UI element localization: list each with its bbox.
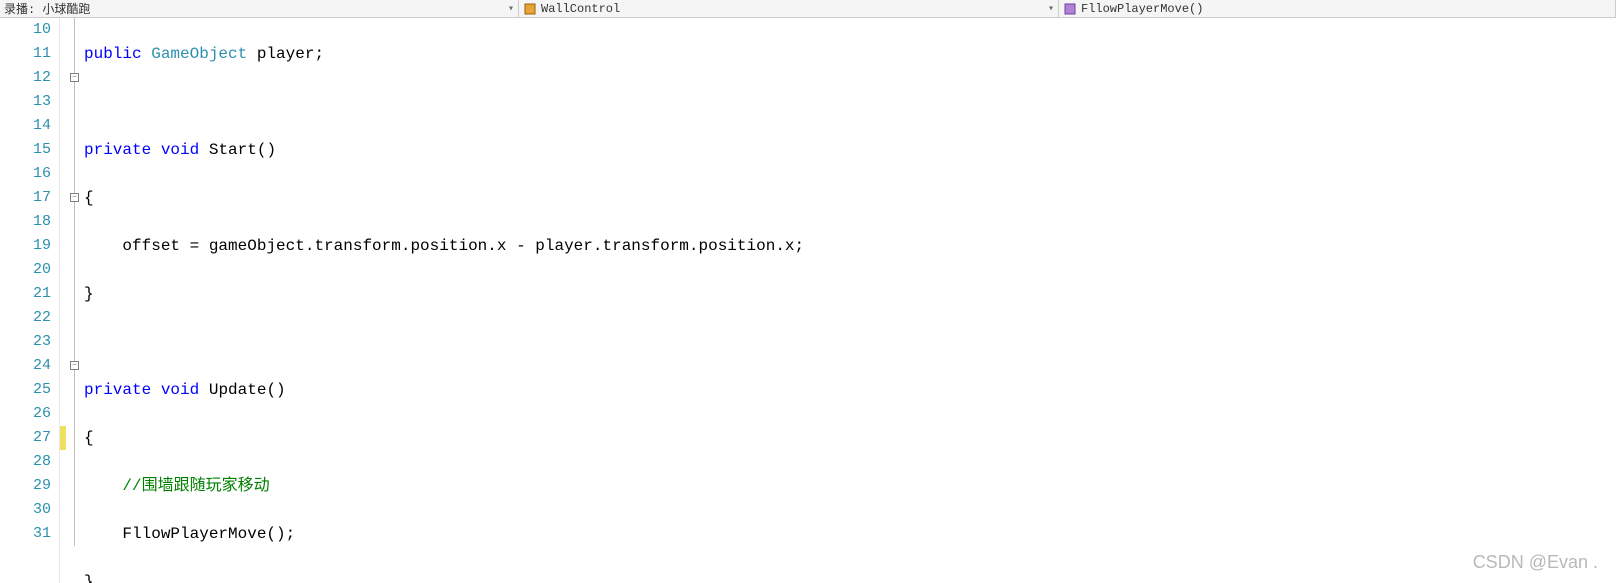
breadcrumb-toolbar: 录播: 小球酷跑 ▾ WallControl ▾ FllowPlayerMove… bbox=[0, 0, 1616, 18]
line-number: 23 bbox=[0, 330, 51, 354]
code-line[interactable]: public GameObject player; bbox=[84, 42, 1616, 66]
line-number: 14 bbox=[0, 114, 51, 138]
line-number: 20 bbox=[0, 258, 51, 282]
fold-toggle[interactable] bbox=[70, 73, 79, 82]
line-number: 21 bbox=[0, 282, 51, 306]
code-area[interactable]: public GameObject player; private void S… bbox=[82, 18, 1616, 583]
line-number: 22 bbox=[0, 306, 51, 330]
toolbar-project-label: 录播: 小球酷跑 bbox=[4, 0, 508, 17]
change-margin bbox=[60, 18, 68, 583]
line-number: 27 bbox=[0, 426, 51, 450]
line-number: 29 bbox=[0, 474, 51, 498]
line-number-gutter: 10 11 12 13 14 15 16 17 18 19 20 21 22 2… bbox=[0, 18, 60, 583]
line-number: 17 bbox=[0, 186, 51, 210]
line-number: 12 bbox=[0, 66, 51, 90]
toolbar-method-section[interactable]: FllowPlayerMove() bbox=[1059, 0, 1616, 17]
code-line[interactable]: FllowPlayerMove(); bbox=[84, 522, 1616, 546]
code-editor[interactable]: 10 11 12 13 14 15 16 17 18 19 20 21 22 2… bbox=[0, 18, 1616, 583]
line-number: 18 bbox=[0, 210, 51, 234]
method-icon bbox=[1063, 2, 1077, 16]
code-line[interactable] bbox=[84, 330, 1616, 354]
class-icon bbox=[523, 2, 537, 16]
code-line[interactable]: offset = gameObject.transform.position.x… bbox=[84, 234, 1616, 258]
fold-toggle[interactable] bbox=[70, 361, 79, 370]
line-number: 11 bbox=[0, 42, 51, 66]
line-number: 25 bbox=[0, 378, 51, 402]
fold-margin bbox=[68, 18, 82, 583]
line-number: 15 bbox=[0, 138, 51, 162]
modified-line-marker bbox=[60, 426, 66, 450]
chevron-down-icon[interactable]: ▾ bbox=[508, 3, 514, 15]
line-number: 13 bbox=[0, 90, 51, 114]
code-line[interactable]: { bbox=[84, 426, 1616, 450]
line-number: 16 bbox=[0, 162, 51, 186]
code-line[interactable]: //围墙跟随玩家移动 bbox=[84, 474, 1616, 498]
fold-toggle[interactable] bbox=[70, 193, 79, 202]
toolbar-project-section[interactable]: 录播: 小球酷跑 ▾ bbox=[0, 0, 519, 17]
line-number: 24 bbox=[0, 354, 51, 378]
code-line[interactable]: { bbox=[84, 186, 1616, 210]
chevron-down-icon[interactable]: ▾ bbox=[1048, 3, 1054, 15]
line-number: 19 bbox=[0, 234, 51, 258]
code-line[interactable]: private void Update() bbox=[84, 378, 1616, 402]
line-number: 30 bbox=[0, 498, 51, 522]
code-line[interactable]: } bbox=[84, 282, 1616, 306]
code-line[interactable] bbox=[84, 90, 1616, 114]
line-number: 31 bbox=[0, 522, 51, 546]
code-line[interactable]: } bbox=[84, 570, 1616, 583]
fold-guide bbox=[74, 18, 75, 546]
line-number: 10 bbox=[0, 18, 51, 42]
toolbar-class-section[interactable]: WallControl ▾ bbox=[519, 0, 1059, 17]
line-number: 28 bbox=[0, 450, 51, 474]
code-line[interactable]: private void Start() bbox=[84, 138, 1616, 162]
toolbar-method-label: FllowPlayerMove() bbox=[1081, 2, 1611, 16]
toolbar-class-label: WallControl bbox=[541, 2, 1048, 16]
line-number: 26 bbox=[0, 402, 51, 426]
